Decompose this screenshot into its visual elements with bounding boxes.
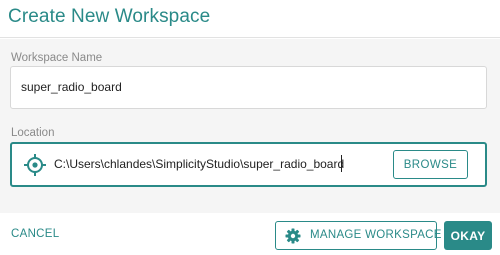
browse-button[interactable]: BROWSE [393, 150, 468, 179]
text-caret [341, 155, 342, 172]
okay-button[interactable]: OKAY [444, 221, 492, 250]
location-input[interactable] [54, 157, 354, 171]
dialog-footer: CANCEL MANAGE WORKSPACE OKAY [0, 213, 500, 255]
dialog-body: Workspace Name Location BROWSE [0, 39, 500, 213]
create-workspace-dialog: Create New Workspace Workspace Name Loca… [0, 0, 500, 255]
gear-icon [285, 228, 301, 244]
location-label: Location [11, 127, 55, 139]
manage-workspace-button[interactable]: MANAGE WORKSPACE [275, 221, 441, 250]
crosshair-target-icon [24, 154, 46, 176]
workspace-name-label: Workspace Name [11, 52, 103, 64]
location-field[interactable]: BROWSE [10, 142, 487, 187]
workspace-name-field[interactable] [10, 66, 487, 109]
manage-workspace-label: MANAGE WORKSPACE [310, 229, 442, 241]
dialog-title: Create New Workspace [8, 6, 211, 27]
workspace-name-input[interactable] [21, 80, 461, 94]
cancel-button[interactable]: CANCEL [11, 228, 59, 240]
dialog-title-bar: Create New Workspace [0, 0, 500, 38]
